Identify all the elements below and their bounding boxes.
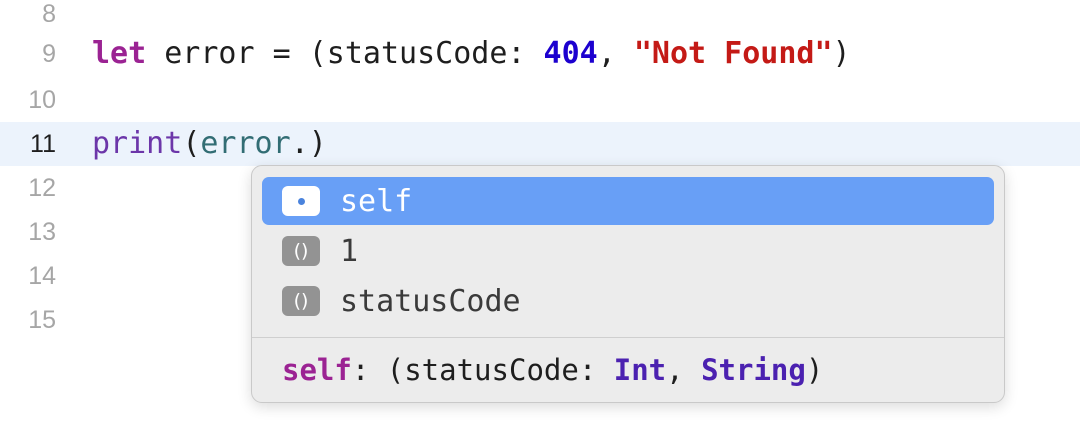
- line-number: 14: [28, 262, 56, 290]
- divider: [252, 337, 1004, 338]
- current-code-line[interactable]: 11 print(error.): [0, 122, 1080, 166]
- code-text[interactable]: let error = (statusCode: 404, "Not Found…: [92, 32, 851, 76]
- completion-item-statuscode[interactable]: () statusCode: [262, 277, 994, 325]
- code-line[interactable]: 10: [0, 78, 1080, 122]
- signature-name: self: [282, 353, 352, 387]
- completion-item-self[interactable]: self: [262, 177, 994, 225]
- function-token: print: [92, 126, 183, 161]
- completion-item-1[interactable]: () 1: [262, 227, 994, 275]
- signature-text: : (statusCode:: [351, 353, 614, 387]
- tuple-element-icon: (): [282, 236, 320, 266]
- signature-text: ): [805, 353, 824, 387]
- property-dot-icon: [282, 186, 320, 216]
- completion-label: statusCode: [340, 284, 521, 319]
- line-number: 12: [28, 174, 56, 202]
- completion-label: self: [340, 184, 413, 219]
- signature-type: String: [701, 353, 806, 387]
- string-literal: "Not Found": [633, 36, 833, 71]
- completion-signature: self: (statusCode: Int, String): [282, 346, 823, 394]
- line-number: 13: [28, 218, 56, 246]
- line-number: 11: [30, 130, 56, 158]
- code-line[interactable]: 8: [0, 0, 1080, 36]
- line-number: 10: [28, 86, 56, 114]
- code-text[interactable]: print(error.): [92, 122, 327, 166]
- variable-token: error: [200, 126, 291, 161]
- signature-text: ,: [666, 353, 702, 387]
- completion-label: 1: [340, 234, 359, 269]
- autocomplete-popup: self () 1 () statusCode self: (statusCod…: [251, 165, 1005, 403]
- plain-token: error = (statusCode:: [146, 36, 544, 71]
- code-editor[interactable]: 8 9 let error = (statusCode: 404, "Not F…: [0, 0, 1080, 430]
- plain-token: ,: [597, 36, 634, 71]
- keyword-token: let: [92, 36, 147, 71]
- line-number: 15: [28, 306, 56, 334]
- line-number: 8: [42, 0, 56, 28]
- plain-token: ): [832, 36, 851, 71]
- number-literal: 404: [543, 36, 598, 71]
- signature-type: Int: [613, 353, 667, 387]
- line-number: 9: [42, 40, 56, 68]
- tuple-element-icon: (): [282, 286, 320, 316]
- plain-token: (: [182, 126, 201, 161]
- code-line[interactable]: 9 let error = (statusCode: 404, "Not Fou…: [0, 32, 1080, 76]
- plain-token: .): [290, 126, 327, 161]
